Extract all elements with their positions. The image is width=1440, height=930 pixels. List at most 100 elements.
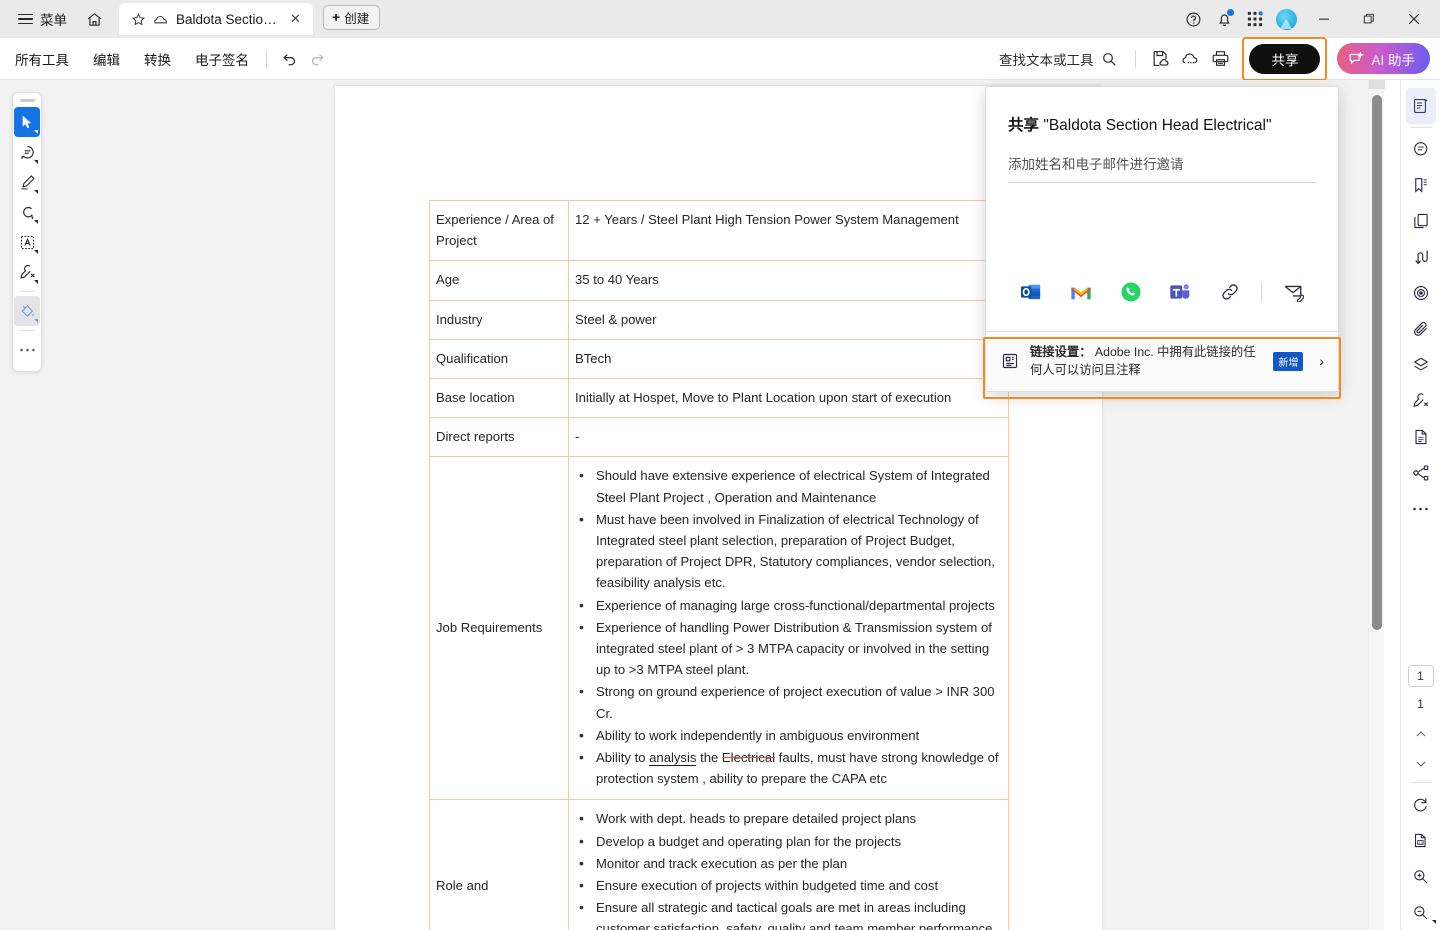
attachment-panel-button[interactable] [1406,311,1436,347]
notifications-button[interactable] [1209,4,1239,34]
row-key: Direct reports [429,417,569,458]
plus-icon: + [332,9,341,25]
table-row: Industry Steel & power [429,299,1009,340]
menu-all-tools[interactable]: 所有工具 [6,45,78,73]
chevron-down-icon [34,190,38,194]
text-box-icon [20,235,34,249]
document-tab[interactable]: Baldota Section ... ✕ [119,3,313,35]
ai-assistant-button[interactable]: AI 助手 [1337,43,1430,74]
close-window-button[interactable] [1392,2,1436,36]
layers-panel-button[interactable] [1406,347,1436,383]
maximize-button[interactable] [1347,2,1391,36]
avatar [1275,8,1297,30]
share-button[interactable]: 共享 [1249,43,1321,74]
chevron-down-icon [34,319,38,323]
undo-button[interactable] [275,45,303,73]
recipients-area [986,183,1338,275]
menu-edit[interactable]: 编辑 [84,45,129,73]
fill-sign-panel-button[interactable] [1406,383,1436,419]
apps-button[interactable] [1240,4,1270,34]
edit-pdf-panel-button[interactable] [1405,88,1436,124]
home-button[interactable] [77,4,111,34]
cloud-storage-button[interactable] [1176,45,1204,73]
fill-color-tool[interactable] [14,296,40,326]
divider [1261,282,1263,302]
vertical-scrollbar[interactable] [1368,80,1385,930]
next-page-button[interactable] [1407,749,1435,779]
copy-link-button[interactable] [1205,275,1255,309]
list-item-with-markup: Ability to analysis the Electrical fault… [579,746,1002,789]
email-attachment-button[interactable] [1268,275,1318,309]
more-panels-button[interactable] [1406,491,1436,527]
more-tools[interactable] [14,335,40,365]
page-number-input[interactable]: 1 [1407,665,1434,687]
close-icon [1408,13,1420,25]
highlight-tool[interactable] [14,167,40,197]
menu-convert[interactable]: 转换 [135,45,180,73]
chevron-down-icon [34,220,38,224]
rotate-button[interactable] [1406,786,1436,822]
chevron-right-icon[interactable]: › [1313,353,1326,369]
row-value: BTech [568,338,1009,380]
row-value: 12 + Years / Steel Plant High Tension Po… [568,199,1009,262]
minimize-button[interactable] [1302,2,1346,36]
select-tool[interactable] [14,107,40,137]
star-icon[interactable] [131,12,146,27]
command-bar: 所有工具 编辑 转换 电子签名 查找文本或工具 共享 AI 助手 [0,36,1440,81]
copy-link-icon [1222,284,1238,300]
search-input[interactable]: 查找文本或工具 [991,45,1126,73]
menu-button[interactable]: 菜单 [10,4,75,34]
print-button[interactable] [1206,45,1234,73]
gmail-share-button[interactable] [1056,275,1106,309]
help-button[interactable] [1178,4,1208,34]
fit-page-button[interactable]: 1:1 [1406,822,1436,924]
share-flow-panel-button[interactable] [1406,455,1436,491]
previous-page-button[interactable] [1407,719,1435,749]
link-settings-row[interactable]: 链接设置： Adobe Inc. 中拥有此链接的任何人可以访问且注释 新增 › [986,331,1338,391]
chevron-down-icon [34,280,38,284]
list-item: Monitor and track execution as per the p… [579,852,1002,875]
ai-sparkle-icon [1350,50,1365,64]
list-item: Strong on ground experience of project e… [579,680,1002,723]
create-label: 创建 [344,11,370,26]
zoom-in-button[interactable] [1406,858,1436,894]
profile-button[interactable] [1271,4,1301,34]
comment-panel-button[interactable] [1406,131,1436,167]
create-button[interactable]: + 创建 [323,4,381,30]
drag-handle[interactable] [19,99,35,102]
text-box-tool[interactable] [14,227,40,257]
redact-panel-button[interactable] [1406,275,1436,311]
row-key: Experience / Area of Project [429,199,569,262]
more-dots-icon [1413,507,1428,511]
menu-esign[interactable]: 电子签名 [186,45,258,73]
save-button[interactable] [1146,45,1174,73]
teams-share-button[interactable] [1156,275,1206,309]
row-key: Industry [429,299,569,340]
list-item: Ensure all strategic and tactical goals … [579,896,1002,930]
redo-button[interactable] [303,45,331,73]
title-bar: 菜单 Baldota Section ... ✕ + 创建 [0,0,1440,38]
whatsapp-share-button[interactable] [1106,275,1156,309]
print-icon [1212,51,1229,66]
document-panel-button[interactable] [1406,419,1436,455]
outlook-share-button[interactable] [1006,275,1056,309]
tab-close-icon[interactable]: ✕ [287,11,304,28]
bookmark-panel-button[interactable] [1406,167,1436,203]
signature-tool[interactable] [14,257,40,287]
invite-input[interactable]: 添加姓名和电子邮件进行邀请 [1008,153,1316,183]
comment-tool[interactable] [14,137,40,167]
organize-pages-panel-button[interactable] [1406,203,1436,239]
row-key: Job Requirements [429,456,569,801]
minimize-icon [1319,18,1329,20]
help-circle-icon [1186,12,1200,26]
save-to-cloud-icon [1153,50,1169,67]
home-icon [87,12,101,26]
restore-icon [1363,13,1374,24]
zoom-out-button[interactable] [1406,894,1436,930]
email-attach-icon [1284,285,1304,302]
draw-tool[interactable] [14,197,40,227]
export-panel-button[interactable] [1406,239,1436,275]
scrollbar-thumb[interactable] [1372,95,1382,630]
paperclip-icon [1413,321,1427,336]
ai-label: AI 助手 [1371,52,1415,68]
